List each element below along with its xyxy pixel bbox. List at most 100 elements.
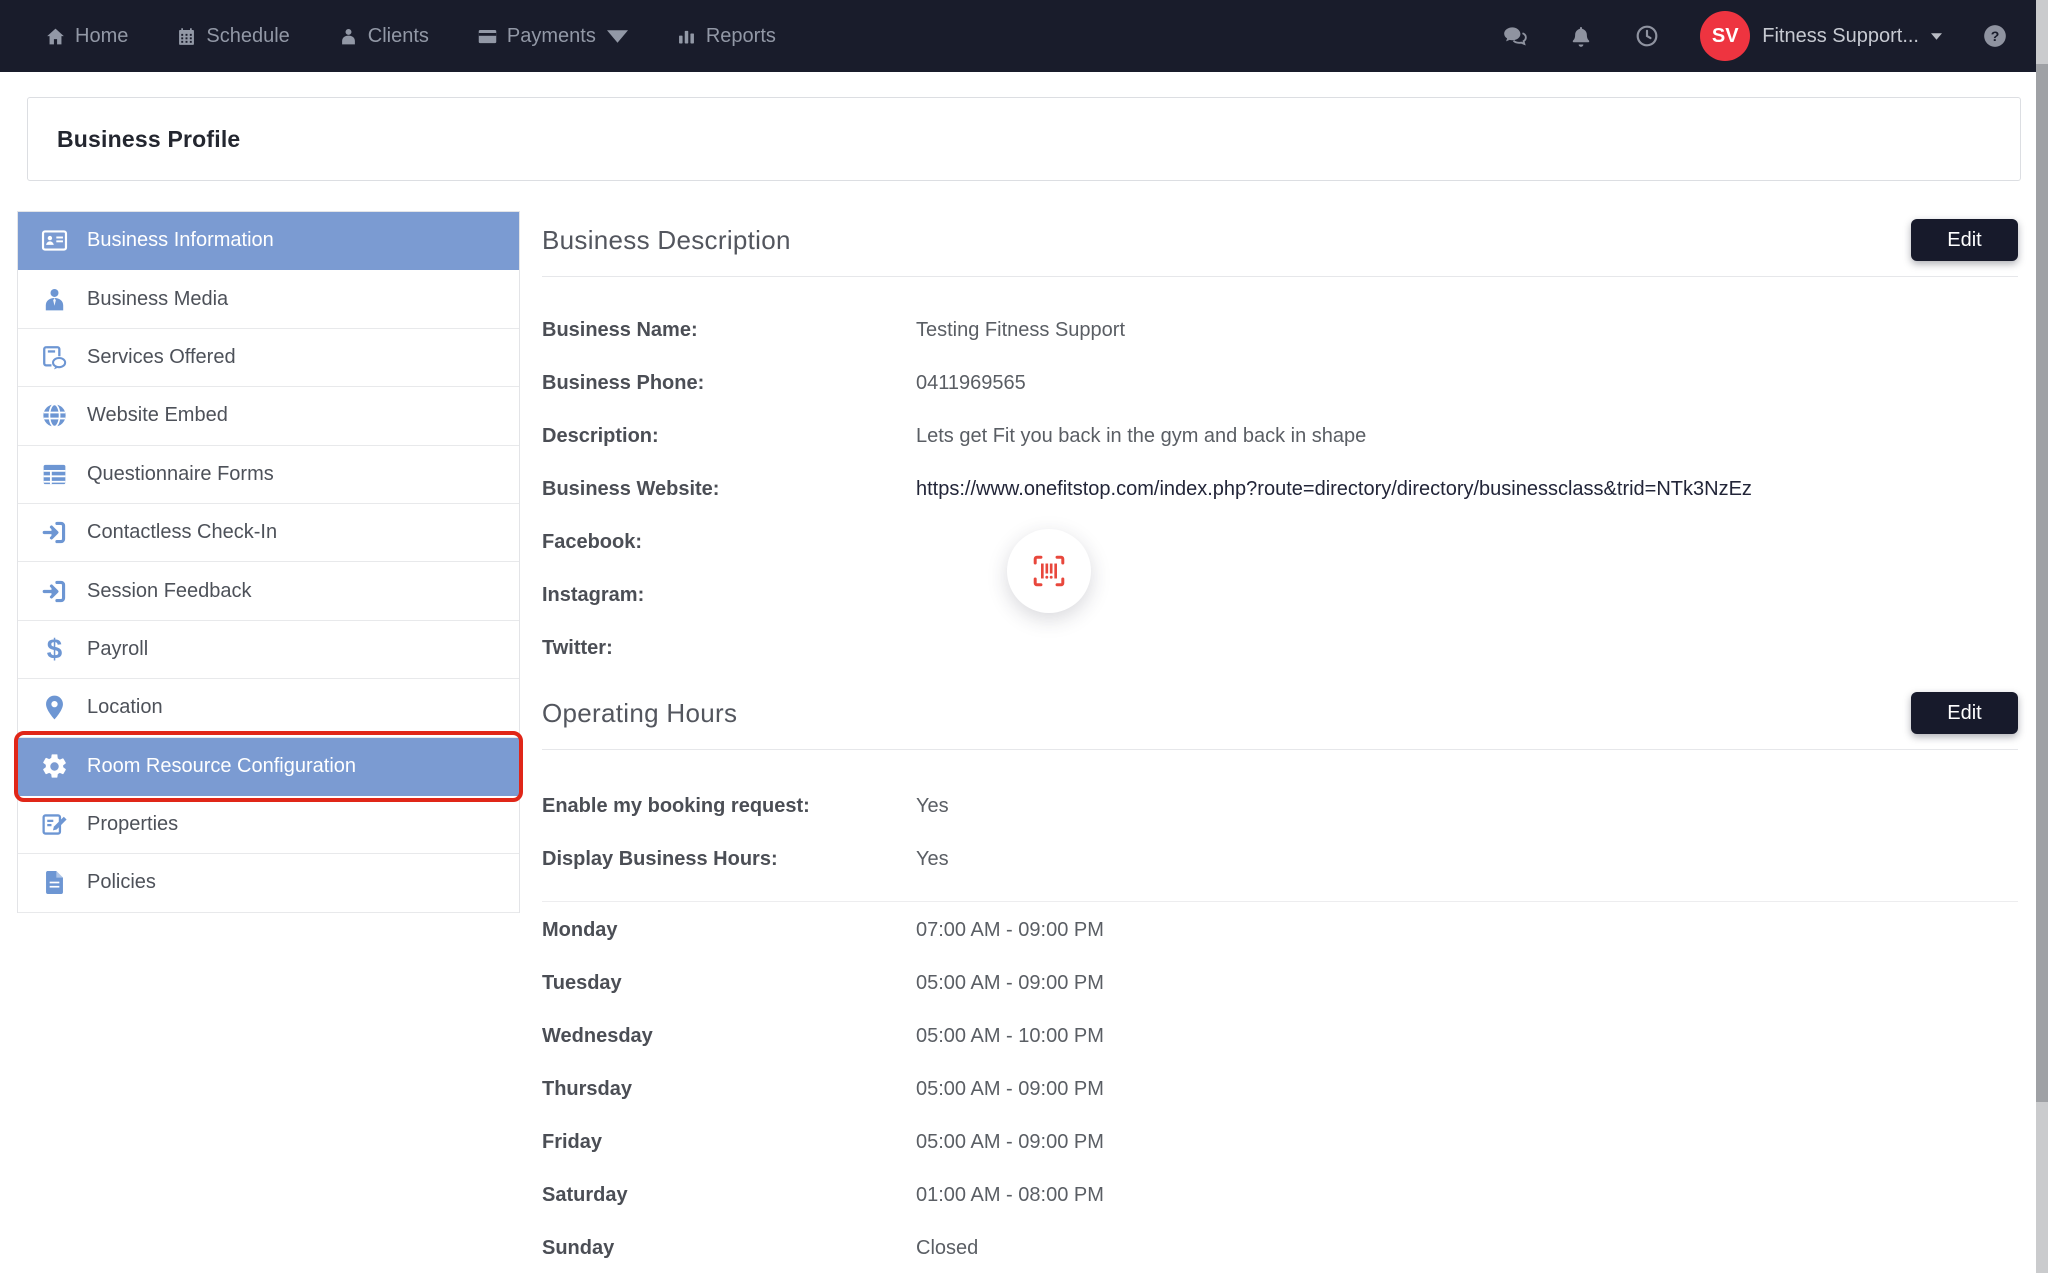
field-label: Business Phone: bbox=[542, 372, 916, 394]
operating-hours-days: Monday07:00 AM - 09:00 PMTuesday05:00 AM… bbox=[542, 919, 2018, 1259]
person-icon bbox=[338, 26, 359, 47]
person-icon bbox=[37, 285, 71, 314]
sidebar-item-properties[interactable]: Properties bbox=[18, 796, 519, 854]
field-value: Yes bbox=[916, 795, 949, 817]
nav-item-reports[interactable]: Reports bbox=[676, 25, 776, 48]
field-label: Thursday bbox=[542, 1078, 916, 1100]
nav-item-label: Schedule bbox=[206, 25, 289, 48]
operating-hours-settings: Enable my booking request:YesDisplay Bus… bbox=[542, 795, 2018, 870]
field-value: Lets get Fit you back in the gym and bac… bbox=[916, 425, 1366, 447]
field-value: 05:00 AM - 10:00 PM bbox=[916, 1025, 1104, 1047]
bell-icon[interactable] bbox=[1568, 23, 1594, 49]
setting-row-enable-my-booking-request: Enable my booking request:Yes bbox=[542, 795, 2018, 817]
sidebar-item-label: Properties bbox=[87, 813, 178, 836]
field-value-link[interactable]: https://www.onefitstop.com/index.php?rou… bbox=[916, 478, 1752, 500]
sidebar-item-session-feedback[interactable]: Session Feedback bbox=[18, 562, 519, 620]
field-value: Testing Fitness Support bbox=[916, 319, 1125, 341]
operating-hours-section: Operating Hours Edit Enable my booking r… bbox=[542, 690, 2018, 1259]
edit-operating-hours-button[interactable]: Edit bbox=[1911, 692, 2018, 734]
chat-icon[interactable] bbox=[1502, 23, 1528, 49]
field-value: Yes bbox=[916, 848, 949, 870]
sidebar-item-location[interactable]: Location bbox=[18, 679, 519, 737]
day-row-tuesday: Tuesday05:00 AM - 09:00 PM bbox=[542, 972, 2018, 994]
barcode-scan-icon bbox=[1026, 548, 1072, 594]
day-row-friday: Friday05:00 AM - 09:00 PM bbox=[542, 1131, 2018, 1153]
help-icon[interactable]: ? bbox=[1982, 23, 2008, 49]
credit-card-icon bbox=[477, 26, 498, 47]
business-description-header: Business Description Edit bbox=[542, 217, 2018, 263]
top-navbar: Home Schedule Clients Payments Reports S… bbox=[0, 0, 2036, 72]
day-row-thursday: Thursday05:00 AM - 09:00 PM bbox=[542, 1078, 2018, 1100]
nav-item-payments[interactable]: Payments bbox=[477, 25, 628, 48]
nav-item-label: Clients bbox=[368, 25, 429, 48]
sidebar-item-contactless-check-in[interactable]: Contactless Check-In bbox=[18, 504, 519, 562]
field-label: Twitter: bbox=[542, 637, 916, 659]
section-title: Operating Hours bbox=[542, 698, 737, 729]
avatar[interactable]: SV bbox=[1700, 11, 1750, 61]
field-label: Facebook: bbox=[542, 531, 916, 553]
nav-item-schedule[interactable]: Schedule bbox=[176, 25, 289, 48]
nav-item-label: Home bbox=[75, 25, 128, 48]
nav-item-clients[interactable]: Clients bbox=[338, 25, 429, 48]
gear-icon bbox=[37, 752, 71, 781]
field-row-business-name: Business Name:Testing Fitness Support bbox=[542, 319, 2018, 341]
field-value: Closed bbox=[916, 1237, 978, 1259]
sidebar-item-label: Room Resource Configuration bbox=[87, 755, 356, 778]
field-label: Sunday bbox=[542, 1237, 916, 1259]
field-value: 01:00 AM - 08:00 PM bbox=[916, 1184, 1104, 1206]
field-row-business-website: Business Website:https://www.onefitstop.… bbox=[542, 478, 2018, 500]
field-label: Instagram: bbox=[542, 584, 916, 606]
field-value: 05:00 AM - 09:00 PM bbox=[916, 1131, 1104, 1153]
sidebar-item-business-media[interactable]: Business Media bbox=[18, 270, 519, 328]
calendar-icon bbox=[176, 26, 197, 47]
edit-business-description-button[interactable]: Edit bbox=[1911, 219, 2018, 261]
day-row-wednesday: Wednesday05:00 AM - 10:00 PM bbox=[542, 1025, 2018, 1047]
field-label: Saturday bbox=[542, 1184, 916, 1206]
field-label: Display Business Hours: bbox=[542, 848, 916, 870]
clock-icon[interactable] bbox=[1634, 23, 1660, 49]
field-label: Tuesday bbox=[542, 972, 916, 994]
scrollbar-thumb[interactable] bbox=[2036, 64, 2048, 1102]
nav-item-home[interactable]: Home bbox=[45, 25, 128, 48]
sidebar-item-label: Session Feedback bbox=[87, 580, 252, 603]
table-icon bbox=[37, 460, 71, 489]
user-name: Fitness Support... bbox=[1762, 25, 1919, 48]
sidebar-item-services-offered[interactable]: Services Offered bbox=[18, 329, 519, 387]
field-value: 07:00 AM - 09:00 PM bbox=[916, 919, 1104, 941]
globe-icon bbox=[37, 401, 71, 430]
divider bbox=[542, 276, 2018, 277]
sidebar-item-label: Policies bbox=[87, 871, 156, 894]
book-chat-icon bbox=[37, 343, 71, 372]
page-title-card: Business Profile bbox=[27, 97, 2021, 181]
svg-text:?: ? bbox=[1991, 28, 2000, 44]
sidebar-item-website-embed[interactable]: Website Embed bbox=[18, 387, 519, 445]
sidebar-item-questionnaire-forms[interactable]: Questionnaire Forms bbox=[18, 446, 519, 504]
field-label: Business Website: bbox=[542, 478, 916, 500]
day-row-monday: Monday07:00 AM - 09:00 PM bbox=[542, 919, 2018, 941]
sidebar-item-policies[interactable]: Policies bbox=[18, 854, 519, 912]
sidebar-item-business-information[interactable]: Business Information bbox=[18, 212, 519, 270]
field-value: 05:00 AM - 09:00 PM bbox=[916, 972, 1104, 994]
home-icon bbox=[45, 26, 66, 47]
sidebar-item-room-resource-configuration[interactable]: Room Resource Configuration bbox=[18, 738, 519, 796]
divider bbox=[542, 749, 2018, 750]
nav-right: SV Fitness Support... ? bbox=[1502, 0, 2008, 72]
section-title: Business Description bbox=[542, 225, 791, 256]
note-edit-icon bbox=[37, 810, 71, 839]
page-title: Business Profile bbox=[57, 126, 240, 153]
sidebar-item-label: Payroll bbox=[87, 638, 148, 661]
day-row-sunday: SundayClosed bbox=[542, 1237, 2018, 1259]
sidebar-item-label: Website Embed bbox=[87, 404, 228, 427]
sidebar: Business InformationBusiness MediaServic… bbox=[17, 211, 520, 913]
field-label: Friday bbox=[542, 1131, 916, 1153]
user-menu[interactable]: SV Fitness Support... bbox=[1700, 11, 1942, 61]
sign-in-icon bbox=[37, 577, 71, 606]
field-label: Business Name: bbox=[542, 319, 916, 341]
vertical-scrollbar[interactable] bbox=[2036, 0, 2048, 1273]
field-row-description: Description:Lets get Fit you back in the… bbox=[542, 425, 2018, 447]
main-content: Business Description Edit Business Name:… bbox=[542, 211, 2018, 1273]
barcode-scan-badge[interactable] bbox=[1007, 529, 1091, 613]
field-label: Enable my booking request: bbox=[542, 795, 916, 817]
field-label: Monday bbox=[542, 919, 916, 941]
sidebar-item-payroll[interactable]: $Payroll bbox=[18, 621, 519, 679]
